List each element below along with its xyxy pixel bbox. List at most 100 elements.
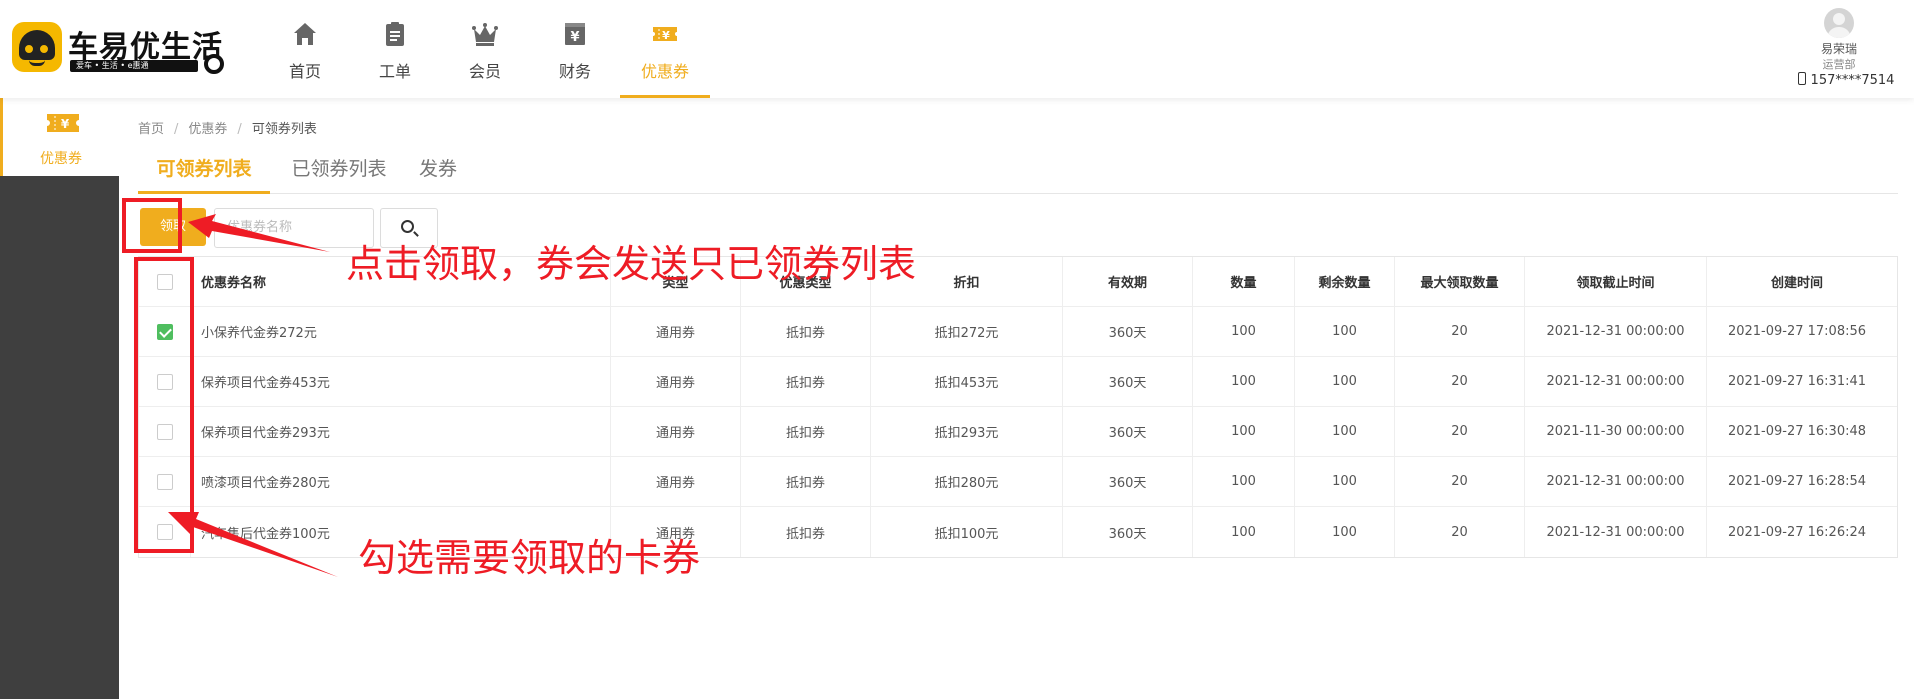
nav-item-home[interactable]: 首页 (260, 0, 350, 98)
table-cell: 通用券 (611, 407, 741, 456)
nav-item-label: 首页 (288, 62, 321, 81)
home-icon (294, 23, 316, 45)
svg-text:¥: ¥ (61, 117, 70, 131)
row-checkbox[interactable] (156, 473, 173, 490)
nav-item-label: 优惠券 (640, 62, 689, 81)
tab-received-coupons[interactable]: 已领券列表 (284, 154, 394, 194)
user-phone: 157****7514 (1784, 72, 1908, 88)
user-phone-number: 157****7514 (1810, 73, 1895, 88)
sidebar-item-label: 优惠券 (40, 151, 82, 167)
table-cell: 抵扣293元 (871, 407, 1063, 456)
row-checkbox[interactable] (156, 524, 173, 540)
logo-slogan: 爱车 • 生活 • e惠通 (70, 60, 198, 72)
header-cell: 有效期 (1063, 257, 1193, 306)
header-cell: 剩余数量 (1295, 257, 1395, 306)
table-cell: 抵扣100元 (871, 507, 1063, 557)
table-cell: 100 (1193, 407, 1295, 456)
table-cell: 通用券 (611, 357, 741, 406)
breadcrumb-current: 可领券列表 (251, 122, 317, 137)
table-cell: 360天 (1063, 307, 1193, 356)
table-cell: 360天 (1063, 407, 1193, 456)
table-cell: 小保养代金券272元 (191, 307, 611, 356)
avatar[interactable] (1824, 8, 1854, 38)
coupon-icon: ¥ (47, 114, 79, 132)
user-dept: 运营部 (1822, 58, 1856, 71)
nav-item-coupon[interactable]: ¥ 优惠券 (620, 0, 710, 98)
header-cell: 数量 (1193, 257, 1295, 306)
nav-item-workorder[interactable]: 工单 (350, 0, 440, 98)
table-cell: 100 (1193, 357, 1295, 406)
table-cell: 通用券 (611, 457, 741, 506)
header-cell: 最大领取数量 (1395, 257, 1525, 306)
table-cell: 喷漆项目代金券280元 (191, 457, 611, 506)
table-cell: 100 (1295, 307, 1395, 356)
user-name: 易荣瑞 (1820, 42, 1857, 56)
svg-text:¥: ¥ (662, 29, 670, 42)
table-cell: 抵扣券 (741, 457, 871, 506)
select-all-checkbox[interactable] (156, 273, 173, 290)
receive-button[interactable]: 领取 (140, 208, 206, 246)
tab-available-coupons[interactable]: 可领券列表 (138, 154, 270, 194)
table-cell: 2021-09-27 16:28:54 (1727, 474, 1867, 489)
table-cell: 2021-09-27 16:26:24 (1727, 524, 1867, 540)
table-cell: 2021-12-31 00:00:00 (1525, 357, 1707, 406)
table-cell: 20 (1395, 457, 1525, 506)
row-select-cell[interactable] (139, 357, 191, 406)
clipboard-icon (386, 22, 404, 46)
table-cell: 2021-12-31 00:00:00 (1525, 507, 1707, 557)
row-checkbox[interactable] (156, 323, 173, 340)
table-cell: 抵扣272元 (871, 307, 1063, 356)
table-cell: 通用券 (611, 307, 741, 356)
row-select-cell[interactable] (139, 407, 191, 456)
finance-icon: ¥ (565, 23, 585, 45)
table-cell: 保养项目代金券293元 (191, 407, 611, 456)
app-logo[interactable]: 车易优生活 爱车 • 生活 • e惠通 (12, 20, 227, 74)
table-cell: 100 (1295, 457, 1395, 506)
row-select-cell[interactable] (139, 457, 191, 506)
table-row[interactable]: 保养项目代金券293元 通用券 抵扣券 抵扣293元 360天 100 100 20 2021-… (139, 407, 1897, 457)
main-nav: 首页 工单 会员 ¥ 财务 ¥ 优惠券 (260, 0, 710, 98)
top-header: 车易优生活 爱车 • 生活 • e惠通 首页 工单 会员 ¥ 财务 ¥ 优惠券 … (0, 0, 1914, 98)
table-cell: 100 (1193, 307, 1295, 356)
breadcrumb-home[interactable]: 首页 (138, 122, 164, 137)
tab-issue-coupons[interactable]: 发券 (408, 154, 468, 194)
table-cell: 100 (1295, 507, 1395, 557)
row-checkbox[interactable] (156, 373, 173, 390)
sidebar-item-coupon[interactable]: ¥ 优惠券 (0, 98, 119, 176)
nav-item-finance[interactable]: ¥ 财务 (530, 0, 620, 98)
table-cell: 100 (1193, 457, 1295, 506)
phone-icon (1797, 72, 1806, 85)
table-cell: 360天 (1063, 357, 1193, 406)
table-row[interactable]: 小保养代金券272元 通用券 抵扣券 抵扣272元 360天 100 100 20 2021-1… (139, 307, 1897, 357)
table-cell: 2021-12-31 00:00:00 (1525, 307, 1707, 356)
breadcrumb-section[interactable]: 优惠券 (188, 122, 227, 137)
receive-annotation: 点击领取，券会发送只已领券列表 (346, 242, 917, 286)
table-cell: 抵扣453元 (871, 357, 1063, 406)
row-select-cell[interactable] (139, 507, 191, 557)
table-row[interactable]: 喷漆项目代金券280元 通用券 抵扣券 抵扣280元 360天 100 100 20 2021-… (139, 457, 1897, 507)
coupon-icon: ¥ (653, 27, 677, 42)
row-checkbox[interactable] (156, 423, 173, 440)
table-row[interactable]: 保养项目代金券453元 通用券 抵扣券 抵扣453元 360天 100 100 20 2021-… (139, 357, 1897, 407)
table-cell: 20 (1395, 407, 1525, 456)
select-annotation: 勾选需要领取的卡券 (358, 536, 701, 580)
table-cell: 抵扣280元 (871, 457, 1063, 506)
user-profile[interactable]: 易荣瑞 运营部 157****7514 (1784, 6, 1894, 92)
table-cell: 20 (1395, 307, 1525, 356)
wheel-icon (204, 54, 224, 74)
table-cell: 保养项目代金券453元 (191, 357, 611, 406)
row-select-cell[interactable] (139, 307, 191, 356)
table-cell: 抵扣券 (741, 357, 871, 406)
header-cell: 创建时间 (1770, 276, 1823, 291)
nav-item-member[interactable]: 会员 (440, 0, 530, 98)
table-cell: 2021-11-30 00:00:00 (1525, 407, 1707, 456)
table-cell: 100 (1295, 357, 1395, 406)
table-cell: 抵扣券 (741, 407, 871, 456)
table-cell: 20 (1395, 507, 1525, 557)
breadcrumb: 首页 / 优惠券 / 可领券列表 (138, 122, 317, 137)
header-select-all[interactable] (139, 257, 191, 306)
table-cell: 100 (1193, 507, 1295, 557)
table-cell: 360天 (1063, 507, 1193, 557)
table-cell: 抵扣券 (741, 307, 871, 356)
table-cell: 100 (1295, 407, 1395, 456)
